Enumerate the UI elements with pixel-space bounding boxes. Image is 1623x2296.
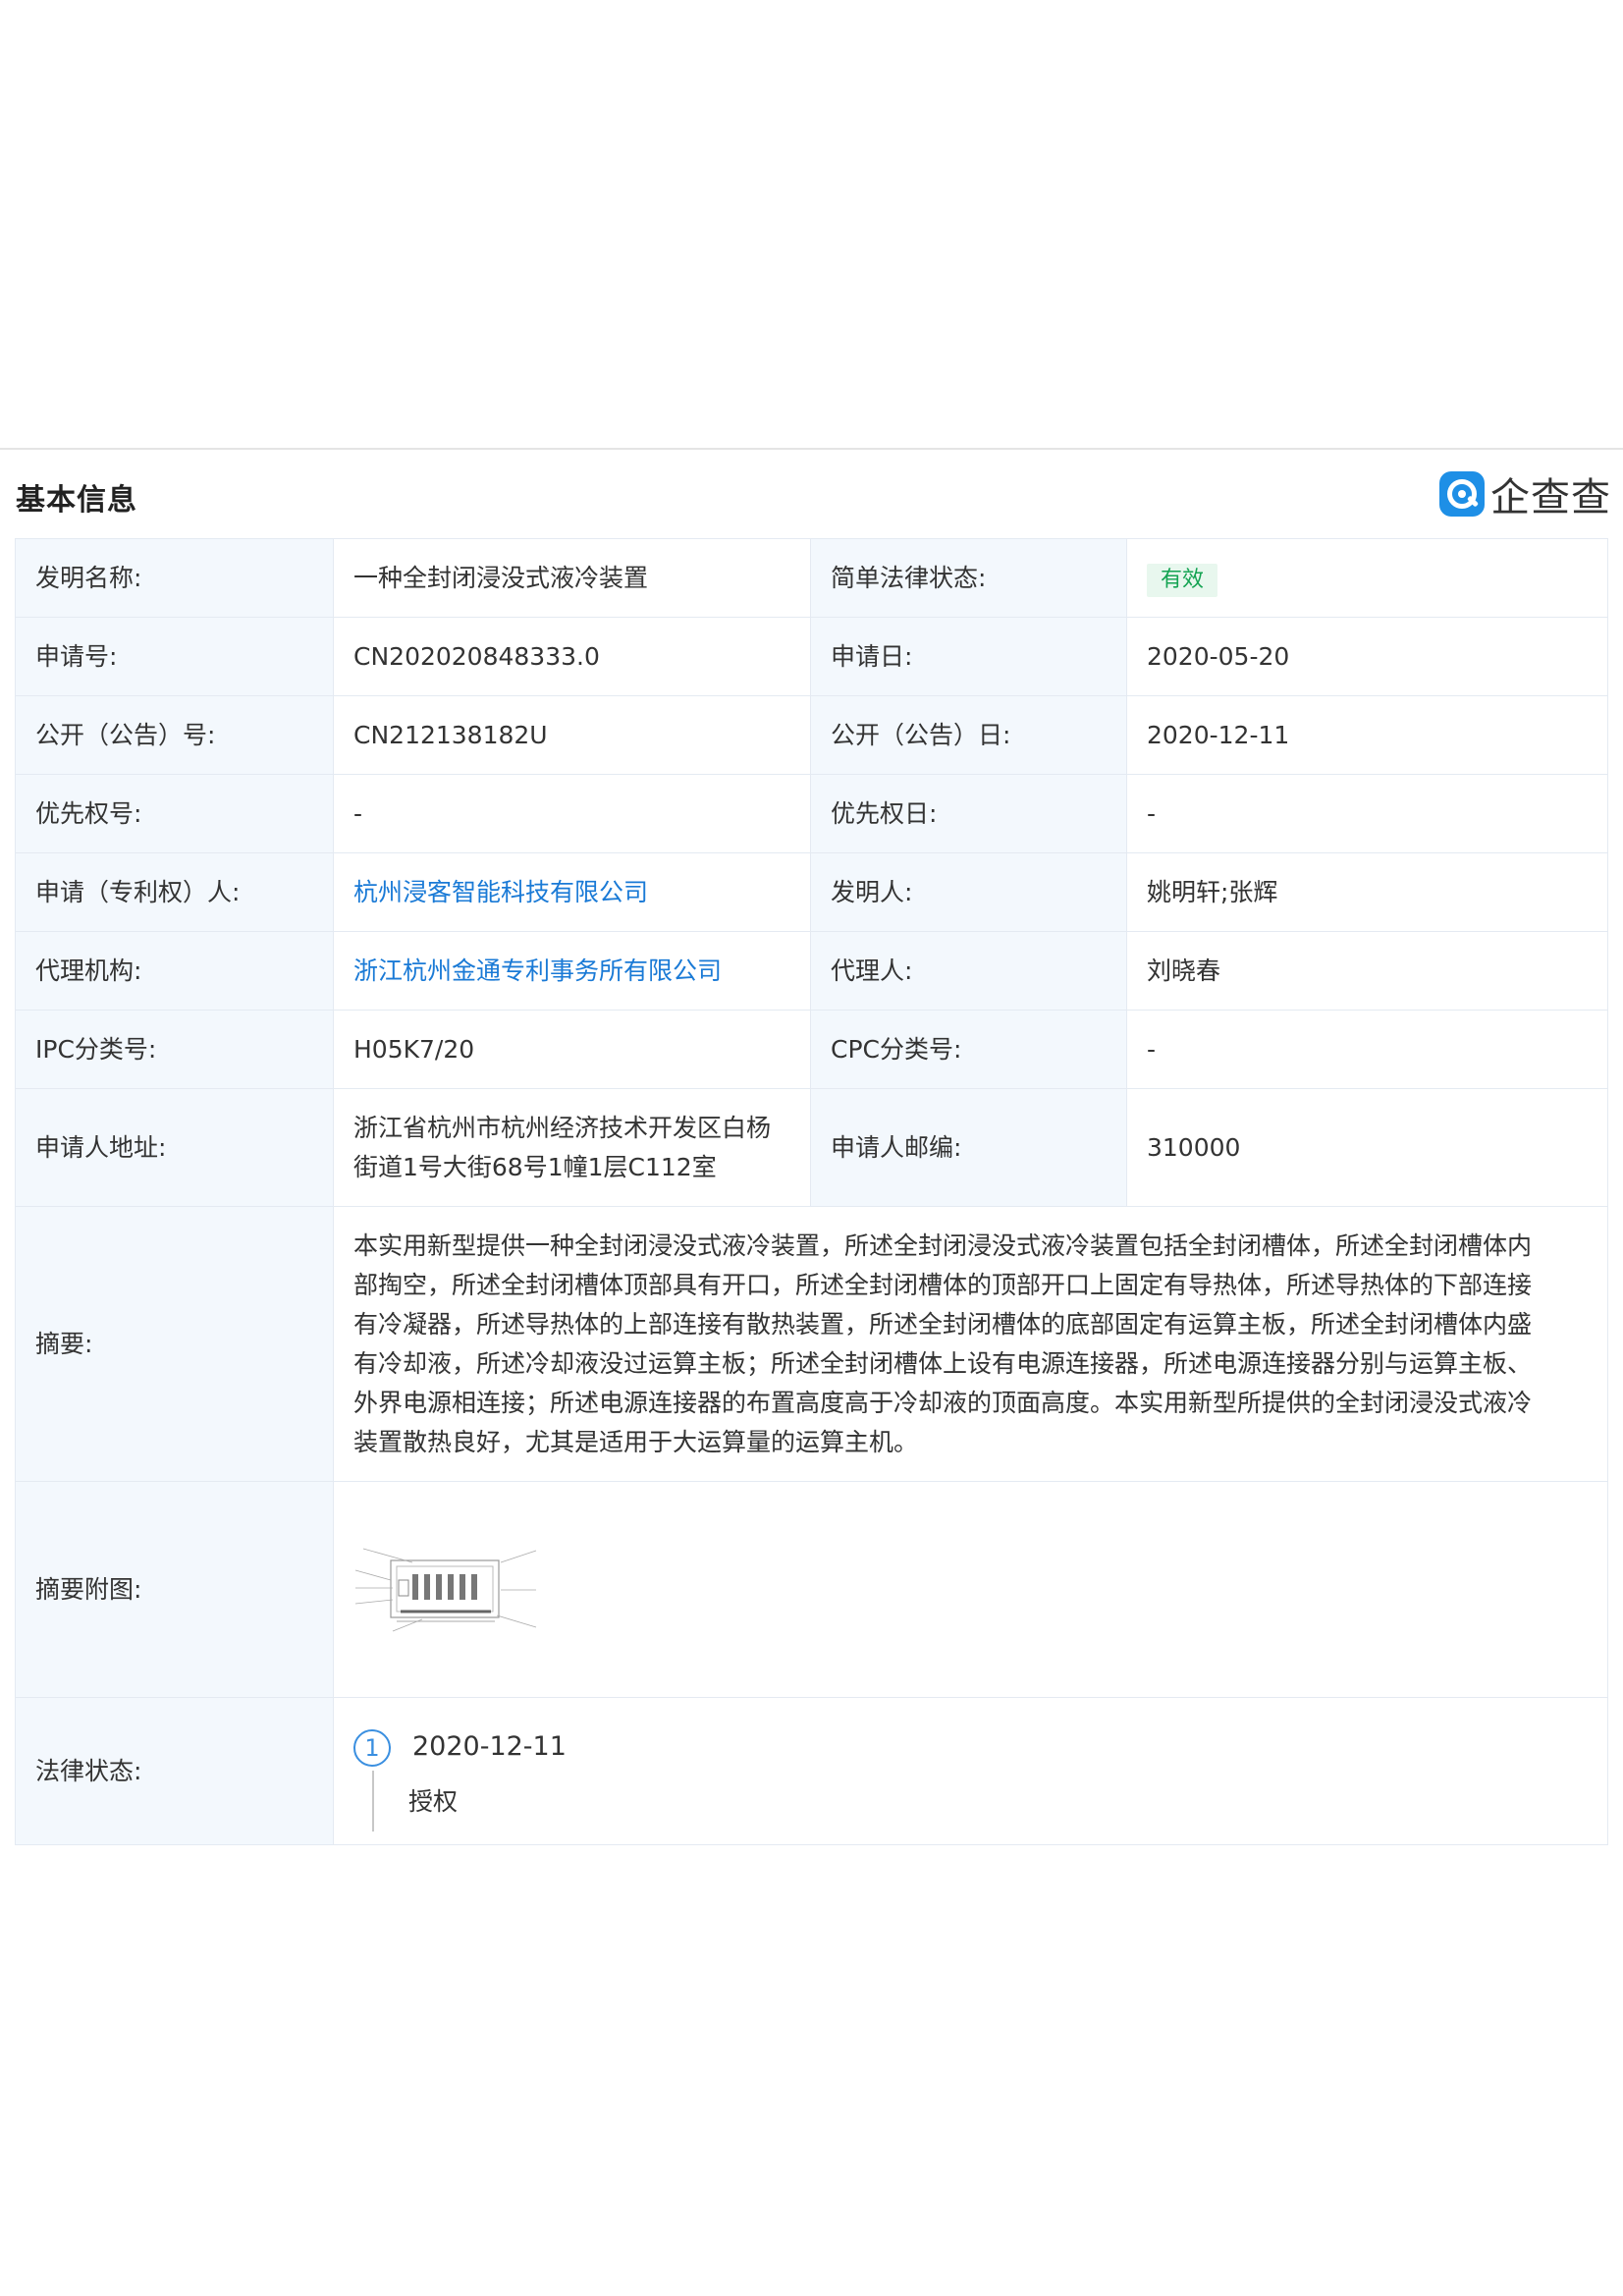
abstract-line: 本实用新型提供一种全封闭浸没式液冷装置，所述全封闭浸没式液冷装置包括全封闭槽体，… — [353, 1230, 1533, 1260]
table-row: IPC分类号: H05K7/20 CPC分类号: - — [15, 1010, 1608, 1089]
abstract-line: 有冷却液，所述冷却液没过运算主板；所述全封闭槽体上设有电源连接器，所述电源连接器… — [353, 1348, 1533, 1378]
top-divider — [0, 448, 1623, 450]
abstract-drawing-thumbnail[interactable] — [353, 1541, 540, 1639]
timeline-event: 授权 — [408, 1786, 459, 1816]
application-number-value: CN202020848333.0 — [333, 617, 811, 696]
logo-text: 企查查 — [1490, 475, 1611, 520]
invention-name-value: 一种全封闭浸没式液冷装置 — [333, 538, 811, 618]
abstract-label: 摘要: — [15, 1206, 334, 1482]
postcode-value: 310000 — [1126, 1088, 1608, 1207]
abstract-line: 装置散热良好，尤其是适用于大运算量的运算主机。 — [353, 1427, 919, 1456]
timeline-index: 1 — [353, 1728, 391, 1767]
agency-label: 代理机构: — [15, 931, 334, 1011]
publication-number-value: CN212138182U — [333, 695, 811, 775]
legal-status-timeline-cell: 1 2020-12-11 授权 — [333, 1697, 1608, 1845]
agent-value: 刘晓春 — [1126, 931, 1608, 1011]
abstract-line: 外界电源相连接；所述电源连接器的布置高度高于冷却液的顶面高度。本实用新型所提供的… — [353, 1388, 1533, 1417]
legal-status-cell: 有效 — [1126, 538, 1608, 618]
abstract-text: 本实用新型提供一种全封闭浸没式液冷装置，所述全封闭浸没式液冷装置包括全封闭槽体，… — [333, 1206, 1608, 1482]
table-row: 摘要: 本实用新型提供一种全封闭浸没式液冷装置，所述全封闭浸没式液冷装置包括全封… — [15, 1206, 1608, 1482]
abstract-line: 有冷凝器，所述导热体的上部连接有散热装置，所述全封闭槽体的底部固定有运算主板，所… — [353, 1309, 1533, 1339]
table-row: 法律状态: 1 2020-12-11 授权 — [15, 1697, 1608, 1845]
application-date-value: 2020-05-20 — [1126, 617, 1608, 696]
table-row: 申请人地址: 浙江省杭州市杭州经济技术开发区白杨 街道1号大街68号1幢1层C1… — [15, 1088, 1608, 1207]
inventor-label: 发明人: — [810, 852, 1127, 932]
priority-date-label: 优先权日: — [810, 774, 1127, 853]
legal-status-timeline: 1 2020-12-11 授权 — [353, 1708, 1588, 1835]
applicant-address-label: 申请人地址: — [15, 1088, 334, 1207]
ipc-label: IPC分类号: — [15, 1010, 334, 1089]
applicant-label: 申请（专利权）人: — [15, 852, 334, 932]
publication-number-label: 公开（公告）号: — [15, 695, 334, 775]
address-line-1: 浙江省杭州市杭州经济技术开发区白杨 — [353, 1113, 772, 1142]
patent-info-table: 发明名称: 一种全封闭浸没式液冷装置 简单法律状态: 有效 申请号: CN202… — [15, 538, 1608, 1845]
inventor-value: 姚明轩;张辉 — [1126, 852, 1608, 932]
legal-status-label: 简单法律状态: — [810, 538, 1127, 618]
agent-label: 代理人: — [810, 931, 1127, 1011]
table-row: 优先权号: - 优先权日: - — [15, 774, 1608, 853]
magnifier-logo-icon — [1439, 471, 1485, 517]
table-row: 公开（公告）号: CN212138182U 公开（公告）日: 2020-12-1… — [15, 695, 1608, 775]
timeline-connector — [372, 1770, 374, 1831]
section-title: 基本信息 — [16, 483, 137, 518]
address-line-2: 街道1号大街68号1幢1层C112室 — [353, 1152, 717, 1181]
table-row: 代理机构: 浙江杭州金通专利事务所有限公司 代理人: 刘晓春 — [15, 931, 1608, 1011]
agency-cell: 浙江杭州金通专利事务所有限公司 — [333, 931, 811, 1011]
invention-name-label: 发明名称: — [15, 538, 334, 618]
ipc-value: H05K7/20 — [333, 1010, 811, 1089]
publication-date-label: 公开（公告）日: — [810, 695, 1127, 775]
status-badge: 有效 — [1147, 563, 1218, 597]
priority-number-label: 优先权号: — [15, 774, 334, 853]
applicant-cell: 杭州浸客智能科技有限公司 — [333, 852, 811, 932]
cpc-value: - — [1126, 1010, 1608, 1089]
abstract-line: 部掏空，所述全封闭槽体顶部具有开口，所述全封闭槽体的顶部开口上固定有导热体，所述… — [353, 1270, 1533, 1299]
table-row: 申请（专利权）人: 杭州浸客智能科技有限公司 发明人: 姚明轩;张辉 — [15, 852, 1608, 932]
qichacha-logo: 企查查 — [1439, 469, 1611, 520]
table-row: 发明名称: 一种全封闭浸没式液冷装置 简单法律状态: 有效 — [15, 538, 1608, 618]
legal-status-history-label: 法律状态: — [15, 1697, 334, 1845]
applicant-address-value: 浙江省杭州市杭州经济技术开发区白杨 街道1号大街68号1幢1层C112室 — [333, 1088, 811, 1207]
publication-date-value: 2020-12-11 — [1126, 695, 1608, 775]
application-number-label: 申请号: — [15, 617, 334, 696]
timeline-date: 2020-12-11 — [412, 1730, 567, 1762]
postcode-label: 申请人邮编: — [810, 1088, 1127, 1207]
agency-link[interactable]: 浙江杭州金通专利事务所有限公司 — [353, 957, 722, 985]
abstract-figure-cell — [333, 1481, 1608, 1698]
applicant-link[interactable]: 杭州浸客智能科技有限公司 — [353, 878, 648, 906]
table-row: 申请号: CN202020848333.0 申请日: 2020-05-20 — [15, 617, 1608, 696]
cpc-label: CPC分类号: — [810, 1010, 1127, 1089]
priority-number-value: - — [333, 774, 811, 853]
application-date-label: 申请日: — [810, 617, 1127, 696]
priority-date-value: - — [1126, 774, 1608, 853]
table-row: 摘要附图: — [15, 1481, 1608, 1698]
abstract-figure-label: 摘要附图: — [15, 1481, 334, 1698]
